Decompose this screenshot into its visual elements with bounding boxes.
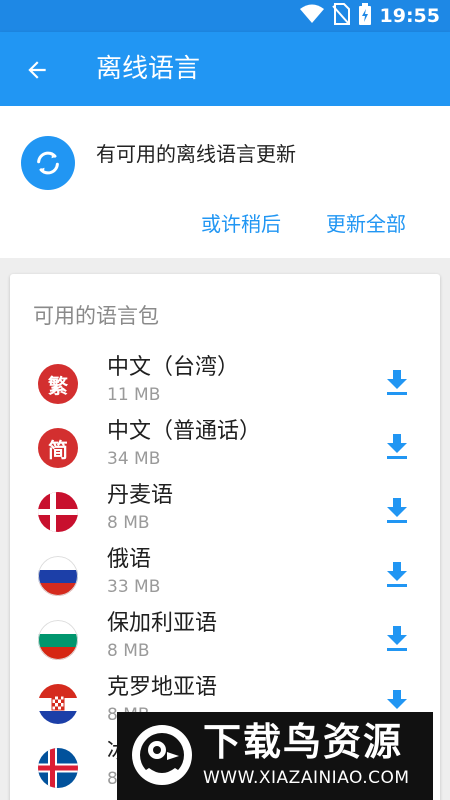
update-message: 有可用的离线语言更新	[96, 142, 296, 166]
sync-icon	[21, 136, 75, 190]
update-all-button[interactable]: 更新全部	[326, 210, 406, 238]
language-size: 11 MB	[107, 385, 161, 405]
language-name: 中文（普通话）	[107, 419, 262, 444]
denmark-flag-icon	[38, 492, 78, 532]
language-size: 33 MB	[107, 577, 161, 597]
download-button[interactable]	[382, 494, 412, 528]
language-name: 中文（台湾）	[107, 355, 240, 380]
download-button[interactable]	[382, 366, 412, 400]
language-size: 8 MB	[107, 513, 150, 533]
watermark-url: WWW.XIAZAINIAO.COM	[203, 768, 410, 788]
bulgaria-flag-icon	[38, 620, 78, 660]
wifi-icon	[299, 4, 324, 28]
list-item[interactable]: 俄语 33 MB	[10, 544, 440, 608]
bird-logo-icon	[129, 722, 195, 788]
page-title: 离线语言	[96, 54, 201, 84]
no-sim-icon	[331, 3, 350, 29]
download-button[interactable]	[382, 430, 412, 464]
language-name: 保加利亚语	[107, 611, 218, 636]
croatia-flag-icon	[38, 684, 78, 724]
watermark-banner: 下载鸟资源 WWW.XIAZAINIAO.COM	[117, 712, 433, 800]
list-item[interactable]: 丹麦语 8 MB	[10, 480, 440, 544]
download-icon	[387, 434, 407, 459]
download-icon	[387, 498, 407, 523]
simplified-chinese-badge: 简	[38, 428, 78, 468]
later-button[interactable]: 或许稍后	[201, 210, 281, 238]
download-icon	[387, 562, 407, 587]
list-item[interactable]: 简 中文（普通话） 34 MB	[10, 416, 440, 480]
download-button[interactable]	[382, 558, 412, 592]
back-button[interactable]	[16, 49, 58, 91]
download-icon	[387, 626, 407, 651]
language-size: 34 MB	[107, 449, 161, 469]
download-button[interactable]	[382, 622, 412, 656]
language-name: 俄语	[107, 547, 152, 572]
language-size: 8 MB	[107, 641, 150, 661]
language-name: 克罗地亚语	[107, 675, 218, 700]
battery-charging-icon	[358, 3, 372, 29]
watermark-title: 下载鸟资源	[203, 720, 404, 764]
list-item[interactable]: 繁 中文（台湾） 11 MB	[10, 352, 440, 416]
arrow-back-icon	[28, 61, 46, 79]
traditional-chinese-badge: 繁	[38, 364, 78, 404]
app-bar: 离线语言	[0, 32, 450, 106]
update-banner: 有可用的离线语言更新 或许稍后 更新全部	[0, 106, 450, 258]
language-name: 丹麦语	[107, 483, 174, 508]
status-time: 19:55	[379, 5, 440, 27]
list-item[interactable]: 保加利亚语 8 MB	[10, 608, 440, 672]
download-icon	[387, 370, 407, 395]
status-bar: 19:55	[0, 0, 450, 32]
russia-flag-icon	[38, 556, 78, 596]
section-title: 可用的语言包	[33, 304, 159, 328]
status-icons: 19:55	[299, 3, 440, 29]
iceland-flag-icon	[38, 748, 78, 788]
